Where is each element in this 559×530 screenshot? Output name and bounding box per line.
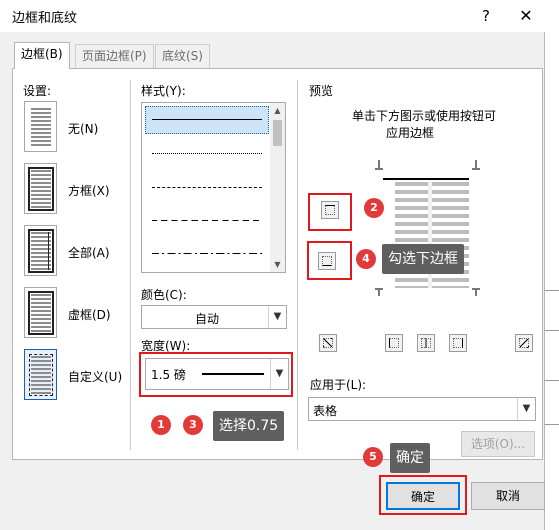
annotation-badge-1: 1	[151, 415, 171, 435]
setting-box-box[interactable]	[24, 163, 57, 214]
style-heading: 样式(Y):	[141, 84, 186, 98]
annotation-badge-3: 3	[183, 415, 203, 435]
preview-area[interactable]	[375, 160, 485, 300]
callout-ok: 确定	[390, 443, 430, 473]
color-heading: 颜色(C):	[141, 288, 187, 302]
callout-width: 选择0.75	[213, 411, 285, 441]
chevron-down-icon[interactable]: ▼	[268, 306, 286, 328]
none-setting-icon	[31, 108, 51, 146]
background-document-edge	[545, 0, 559, 530]
tab-shading[interactable]: 底纹(S)	[155, 44, 210, 68]
setting-custom-label[interactable]: 自定义(U)	[68, 368, 122, 385]
options-button[interactable]: 选项(O)...	[461, 431, 535, 457]
bottom-border-highlight-box	[307, 241, 352, 280]
custom-setting-icon	[29, 354, 53, 396]
borders-and-shading-dialog: 边框和底纹 ? ✕ 边框(B) 页面边框(P) 底纹(S) 设置: 无(N) 方…	[0, 0, 545, 530]
style-option-dotted[interactable]	[152, 153, 262, 154]
setting-grid-label[interactable]: 虚框(D)	[68, 306, 111, 323]
setting-custom-box[interactable]	[24, 349, 57, 400]
settings-heading: 设置:	[23, 84, 52, 98]
dialog-title: 边框和底纹	[12, 11, 78, 26]
callout-bottom-border: 勾选下边框	[382, 244, 464, 274]
title-bar: 边框和底纹 ? ✕	[0, 0, 545, 32]
preview-heading: 预览	[309, 84, 334, 98]
scroll-down-icon[interactable]: ▼	[270, 257, 285, 272]
ok-highlight-box	[379, 475, 467, 515]
all-setting-icon	[28, 229, 54, 273]
box-setting-icon	[28, 167, 54, 211]
style-scrollbar[interactable]: ▲ ▼	[270, 103, 285, 272]
diagonal-up-button[interactable]	[319, 334, 337, 352]
right-border-button[interactable]	[449, 334, 467, 352]
style-option-dashed-wide[interactable]	[152, 220, 262, 221]
tab-page-border[interactable]: 页面边框(P)	[75, 44, 154, 68]
style-option-dashed[interactable]	[152, 187, 262, 188]
divider-right	[297, 80, 298, 450]
close-button[interactable]: ✕	[512, 4, 540, 28]
apply-to-heading: 应用于(L):	[310, 378, 367, 392]
top-border-highlight-box	[308, 193, 352, 231]
setting-box-label[interactable]: 方框(X)	[68, 182, 110, 199]
cancel-button[interactable]: 取消	[471, 482, 545, 510]
left-border-button[interactable]	[385, 334, 403, 352]
style-selected-highlight	[145, 106, 269, 134]
apply-to-value: 表格	[313, 404, 338, 418]
style-option-solid[interactable]	[152, 119, 262, 120]
style-option-dash-dot[interactable]	[152, 253, 262, 254]
divider-left	[130, 80, 131, 450]
vertical-inside-button[interactable]	[417, 334, 435, 352]
annotation-badge-2: 2	[364, 198, 384, 218]
scroll-up-icon[interactable]: ▲	[270, 103, 285, 118]
color-value: 自动	[195, 312, 220, 326]
chevron-down-icon[interactable]: ▼	[517, 398, 535, 420]
setting-none-box[interactable]	[24, 101, 57, 152]
setting-none-label[interactable]: 无(N)	[68, 120, 98, 137]
setting-all-box[interactable]	[24, 225, 57, 276]
apply-to-dropdown[interactable]: 表格 ▼	[308, 397, 536, 421]
scroll-thumb[interactable]	[273, 120, 282, 146]
diagonal-down-button[interactable]	[515, 334, 533, 352]
tab-borders[interactable]: 边框(B)	[14, 42, 70, 69]
color-dropdown[interactable]: 自动 ▼	[141, 305, 287, 329]
preview-hint-line2: 应用边框	[386, 126, 435, 140]
style-list[interactable]	[141, 102, 286, 273]
width-highlight-box	[139, 352, 293, 397]
annotation-badge-4: 4	[356, 249, 376, 269]
grid-setting-icon	[28, 291, 54, 335]
setting-grid-box[interactable]	[24, 287, 57, 338]
setting-all-label[interactable]: 全部(A)	[68, 244, 110, 261]
help-button[interactable]: ?	[472, 4, 500, 28]
annotation-badge-5: 5	[363, 447, 383, 467]
preview-hint-line1: 单击下方图示或使用按钮可	[352, 109, 497, 123]
